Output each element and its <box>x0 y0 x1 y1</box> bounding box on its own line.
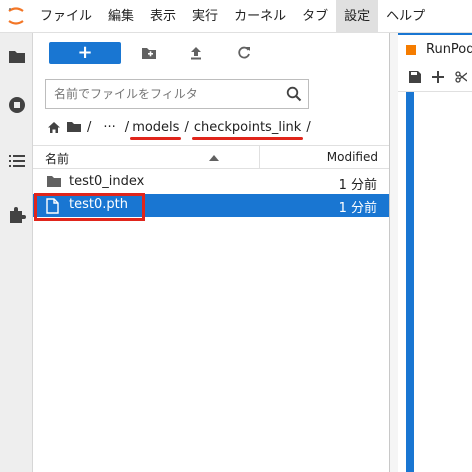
add-cell-icon[interactable] <box>432 69 444 87</box>
menu-run[interactable]: 実行 <box>184 0 226 33</box>
search-icon <box>286 86 302 106</box>
upload-icon[interactable] <box>185 43 207 63</box>
activity-bar <box>0 33 33 472</box>
breadcrumb-separator: / <box>306 119 311 135</box>
file-browser-toolbar: + <box>33 33 389 75</box>
save-icon[interactable] <box>409 69 421 87</box>
menu-tabs[interactable]: タブ <box>294 0 336 33</box>
column-header-modified[interactable]: Modified <box>327 150 378 164</box>
listing-header: 名前 Modified <box>33 145 389 169</box>
new-folder-icon[interactable] <box>138 43 160 63</box>
breadcrumb-item-label: checkpoints_link <box>193 119 302 135</box>
menu-bar: ファイル 編集 表示 実行 カーネル タブ 設定 ヘルプ <box>0 0 472 33</box>
menu-help[interactable]: ヘルプ <box>378 0 433 33</box>
menu-file[interactable]: ファイル <box>32 0 100 33</box>
notebook-tab-label: RunPod_ <box>426 42 472 57</box>
root-folder-icon[interactable] <box>66 121 82 133</box>
red-annotation-box <box>34 193 145 221</box>
menu-edit[interactable]: 編集 <box>100 0 142 33</box>
refresh-icon[interactable] <box>233 43 255 63</box>
sort-ascending-icon <box>209 155 219 161</box>
file-browser-panel: + / ··· / models / checkpoint <box>33 33 389 472</box>
list-item[interactable]: test0_index 1 分前 <box>33 171 389 194</box>
home-icon[interactable] <box>47 121 61 134</box>
table-of-contents-icon[interactable] <box>0 143 33 179</box>
breadcrumb-separator: / <box>184 119 189 135</box>
extension-manager-icon[interactable] <box>0 197 33 233</box>
new-launcher-button[interactable]: + <box>49 42 121 64</box>
red-annotation-underline <box>191 136 304 140</box>
file-filter-input[interactable] <box>46 80 274 108</box>
menu-settings[interactable]: 設定 <box>336 0 379 33</box>
breadcrumb: / ··· / models / checkpoints_link / <box>47 117 316 140</box>
notebook-toolbar <box>398 64 472 92</box>
file-browser-tab-icon[interactable] <box>0 39 33 75</box>
breadcrumb-item-label: models <box>132 119 180 135</box>
jupyter-logo-icon[interactable] <box>0 0 32 33</box>
breadcrumb-item-models[interactable]: models <box>130 119 182 140</box>
menu-kernel[interactable]: カーネル <box>226 0 294 33</box>
notebook-tab[interactable]: RunPod_ <box>398 33 472 64</box>
breadcrumb-ellipsis[interactable]: ··· <box>103 120 115 135</box>
file-filter-box <box>45 79 309 109</box>
menu-view[interactable]: 表示 <box>142 0 184 33</box>
editor-area: RunPod_ <box>389 33 472 472</box>
breadcrumb-separator: / <box>87 119 92 135</box>
cut-icon[interactable] <box>455 69 468 87</box>
breadcrumb-separator: / <box>124 119 130 135</box>
column-divider[interactable] <box>259 146 260 168</box>
file-modified: 1 分前 <box>338 178 377 193</box>
file-modified: 1 分前 <box>338 201 377 216</box>
breadcrumb-item-checkpoints-link[interactable]: checkpoints_link <box>191 119 304 140</box>
active-cell-indicator <box>406 92 414 472</box>
column-header-name[interactable]: 名前 <box>45 150 69 167</box>
red-annotation-underline <box>130 136 182 140</box>
running-sessions-icon[interactable] <box>0 87 33 123</box>
file-name: test0_index <box>69 174 145 189</box>
notebook-icon <box>406 45 416 55</box>
folder-icon <box>46 175 62 192</box>
